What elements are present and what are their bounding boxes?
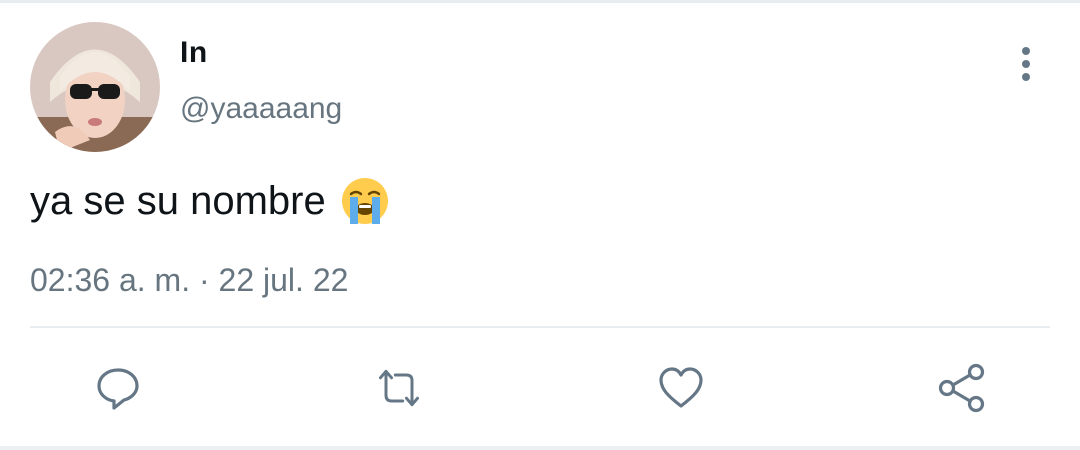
tweet-timestamp[interactable]: 02:36 a. m. · 22 jul. 22 — [30, 262, 348, 299]
like-button[interactable] — [655, 362, 707, 414]
retweet-button[interactable] — [373, 362, 425, 414]
tweet-text-content: ya se su nombre — [30, 178, 326, 223]
more-options-button[interactable] — [1008, 44, 1044, 84]
user-handle[interactable]: @yaaaaang — [180, 92, 342, 126]
more-vertical-icon — [1022, 47, 1030, 81]
loudly-crying-face-icon — [340, 176, 390, 226]
avatar[interactable] — [30, 22, 160, 152]
reply-button[interactable] — [92, 362, 144, 414]
display-name[interactable]: In — [180, 36, 208, 70]
heart-icon — [659, 367, 703, 408]
divider — [30, 326, 1050, 328]
share-button[interactable] — [936, 362, 988, 414]
top-border — [0, 0, 1080, 3]
share-icon — [938, 363, 985, 413]
retweet-icon — [378, 369, 420, 407]
reply-icon — [97, 368, 139, 410]
avatar-image — [30, 22, 160, 152]
bottom-border — [0, 446, 1080, 450]
tweet-text: ya se su nombre — [30, 176, 390, 226]
